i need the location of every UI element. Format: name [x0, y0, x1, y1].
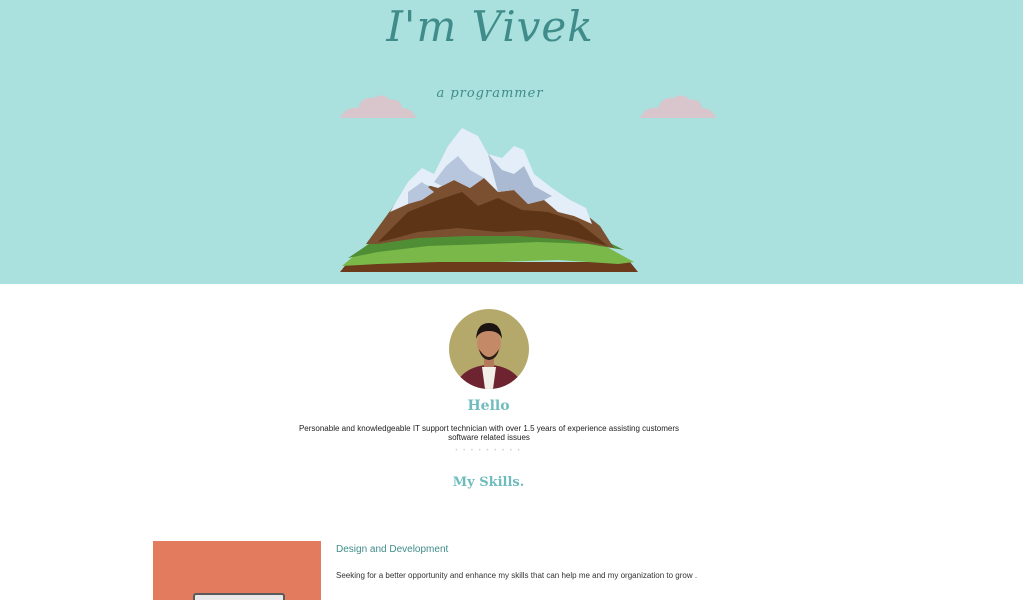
hero-banner: I'm Vivek a programmer	[0, 0, 1023, 284]
bio-text: Personable and knowledgeable IT support …	[298, 424, 680, 442]
greeting-heading: Hello	[467, 398, 510, 414]
section-divider: • • • • • • • • •	[455, 448, 522, 454]
skill-description: Seeking for a better opportunity and enh…	[336, 571, 698, 580]
hero-subtitle: a programmer	[436, 86, 544, 101]
monitor-icon	[193, 593, 285, 600]
skill-card-image	[153, 541, 321, 600]
profile-avatar	[449, 309, 529, 389]
mountain-illustration	[340, 128, 638, 272]
avatar-photo	[449, 309, 529, 389]
skill-title: Design and Development	[336, 544, 449, 555]
hero-title: I'm Vivek	[386, 2, 594, 51]
about-section: Hello Personable and knowledgeable IT su…	[0, 284, 1023, 600]
skills-heading: My Skills.	[452, 475, 525, 490]
